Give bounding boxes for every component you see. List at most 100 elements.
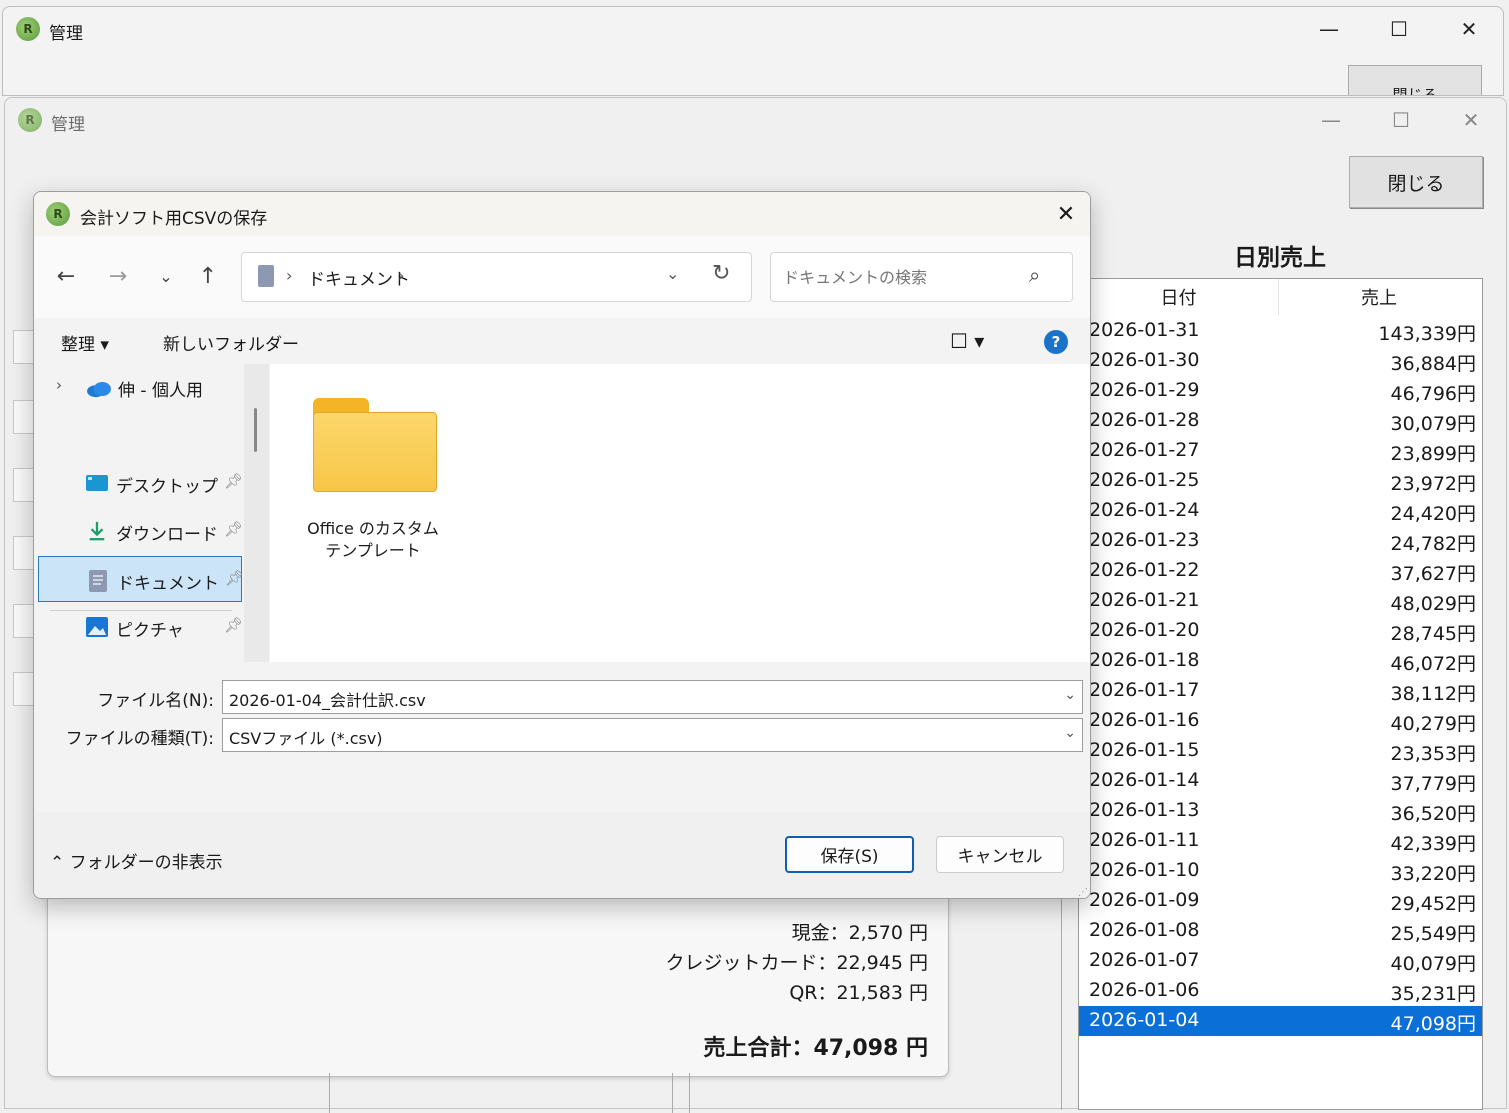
table-row[interactable]: 2026-01-30 36,884円 (1079, 346, 1482, 376)
title-bar: R 管理 — ☐ ✕ (5, 98, 1506, 142)
table-row[interactable]: 2026-01-22 37,627円 (1079, 556, 1482, 586)
table-row[interactable]: 2026-01-25 23,972円 (1079, 466, 1482, 496)
nav-item-label: ピクチャ (116, 621, 184, 641)
expand-chevron-icon[interactable]: › (56, 376, 62, 394)
daily-sales-table[interactable]: 日付 売上 2026-01-31 143,339円 2026-01-30 36,884… (1078, 278, 1483, 1110)
chevron-down-icon[interactable]: ⌄ (1064, 725, 1076, 741)
row-date: 2026-01-11 (1089, 829, 1200, 851)
table-row[interactable]: 2026-01-09 29,452円 (1079, 886, 1482, 916)
new-folder-button[interactable]: 新しいフォルダー (163, 330, 299, 355)
pin-icon[interactable]: 📌︎ (224, 472, 243, 490)
row-sales: 35,231円 (1390, 983, 1476, 1005)
cloud-icon (87, 381, 111, 398)
folder-label: Office のカスタム テンプレート (307, 519, 439, 560)
row-date: 2026-01-21 (1089, 589, 1200, 611)
row-date: 2026-01-20 (1089, 619, 1200, 641)
table-row[interactable]: 2026-01-18 46,072円 (1079, 646, 1482, 676)
row-date: 2026-01-04 (1089, 1009, 1200, 1031)
row-sales: 47,098円 (1390, 1013, 1476, 1035)
pin-icon[interactable]: 📌︎ (224, 616, 243, 634)
app-logo-icon: R (18, 108, 42, 132)
column-header-sales[interactable]: 売上 (1279, 279, 1479, 315)
forward-arrow-icon[interactable]: → (98, 256, 138, 296)
table-row[interactable]: 2026-01-16 40,279円 (1079, 706, 1482, 736)
organize-button[interactable]: 整理 ▾ (61, 330, 109, 355)
minimize-icon[interactable]: — (1301, 100, 1361, 140)
row-date: 2026-01-16 (1089, 709, 1200, 731)
chevron-down-icon[interactable]: ⌄ (666, 264, 679, 283)
row-sales: 37,779円 (1390, 773, 1476, 795)
daily-sales-title: 日別売上 (1234, 245, 1326, 271)
close-button[interactable]: 閉じる (1348, 65, 1482, 95)
hide-folders-toggle[interactable]: ⌃ フォルダーの非表示 (50, 848, 223, 873)
close-icon[interactable]: ✕ (1441, 100, 1501, 140)
help-icon[interactable]: ? (1044, 330, 1068, 354)
row-sales: 23,899円 (1390, 443, 1476, 465)
table-row[interactable]: 2026-01-07 40,079円 (1079, 946, 1482, 976)
close-button[interactable]: 閉じる (1349, 156, 1483, 208)
search-input[interactable] (781, 263, 1021, 291)
dialog-footer: ⌃ フォルダーの非表示 保存(S) キャンセル ⋰ (34, 812, 1090, 898)
table-header: 日付 売上 (1079, 279, 1482, 315)
row-date: 2026-01-08 (1089, 919, 1200, 941)
address-bar[interactable]: › ドキュメント › ⌄ ↻ (241, 252, 752, 302)
minimize-icon[interactable]: — (1299, 9, 1359, 49)
table-row[interactable]: 2026-01-14 37,779円 (1079, 766, 1482, 796)
table-row[interactable]: 2026-01-11 42,339円 (1079, 826, 1482, 856)
nav-item-downloads[interactable]: ダウンロード 📌︎ (38, 508, 243, 554)
breadcrumb-documents[interactable]: ドキュメント (308, 265, 410, 290)
nav-item-pictures[interactable]: ピクチャ 📌︎ (38, 604, 243, 650)
filetype-select[interactable]: CSVファイル (*.csv) ⌄ (222, 718, 1083, 752)
dialog-title: 会計ソフト用CSVの保存 (80, 209, 268, 229)
table-row[interactable]: 2026-01-21 48,029円 (1079, 586, 1482, 616)
table-row[interactable]: 2026-01-27 23,899円 (1079, 436, 1482, 466)
row-sales: 48,029円 (1390, 593, 1476, 615)
search-icon[interactable]: ⌕ (1029, 263, 1040, 287)
row-sales: 36,520円 (1390, 803, 1476, 825)
table-row[interactable]: 2026-01-17 38,112円 (1079, 676, 1482, 706)
table-row[interactable]: 2026-01-06 35,231円 (1079, 976, 1482, 1006)
pin-icon[interactable]: 📌︎ (225, 569, 244, 587)
table-row[interactable]: 2026-01-29 46,796円 (1079, 376, 1482, 406)
table-row[interactable]: 2026-01-31 143,339円 (1079, 316, 1482, 346)
row-date: 2026-01-31 (1089, 319, 1200, 341)
pin-icon[interactable]: 📌︎ (224, 520, 243, 538)
table-row[interactable]: 2026-01-20 28,745円 (1079, 616, 1482, 646)
up-arrow-icon[interactable]: ↑ (188, 256, 228, 296)
breadcrumb-separator: › (398, 266, 405, 285)
cancel-button[interactable]: キャンセル (936, 836, 1064, 873)
close-icon[interactable]: ✕ (1040, 194, 1090, 234)
close-icon[interactable]: ✕ (1439, 9, 1499, 49)
nav-item-desktop[interactable]: デスクトップ 📌︎ (38, 460, 243, 506)
table-row[interactable]: 2026-01-04 47,098円 (1079, 1006, 1482, 1036)
table-row[interactable]: 2026-01-28 30,079円 (1079, 406, 1482, 436)
maximize-icon[interactable]: ☐ (1371, 100, 1431, 140)
table-row[interactable]: 2026-01-13 36,520円 (1079, 796, 1482, 826)
resize-grip-icon[interactable]: ⋰ (1078, 887, 1088, 898)
nav-item-onedrive[interactable]: › 伸 - 個人用 (38, 364, 242, 410)
column-header-date[interactable]: 日付 (1079, 279, 1279, 315)
scrollbar-thumb[interactable] (254, 408, 257, 452)
table-row[interactable]: 2026-01-23 24,782円 (1079, 526, 1482, 556)
table-row[interactable]: 2026-01-24 24,420円 (1079, 496, 1482, 526)
save-button[interactable]: 保存(S) (785, 836, 914, 873)
row-sales: 33,220円 (1390, 863, 1476, 885)
maximize-icon[interactable]: ☐ (1369, 9, 1429, 49)
folder-item[interactable]: Office のカスタム テンプレート (298, 394, 448, 562)
nav-item-documents[interactable]: ドキュメント 📌︎ (38, 556, 244, 602)
view-options-icon[interactable]: ☐ ▾ (950, 329, 984, 353)
recent-locations-chevron-icon[interactable]: ⌄ (146, 256, 186, 296)
row-sales: 24,420円 (1390, 503, 1476, 525)
nav-item-label: ダウンロード (116, 525, 218, 545)
filename-field[interactable]: 2026-01-04_会計仕訳.csv ⌄ (222, 680, 1083, 714)
refresh-icon[interactable]: ↻ (712, 261, 730, 286)
chevron-down-icon[interactable]: ⌄ (1064, 687, 1076, 703)
back-arrow-icon[interactable]: ← (46, 256, 86, 296)
file-list-pane: Office のカスタム テンプレート (270, 364, 1090, 662)
table-row[interactable]: 2026-01-15 23,353円 (1079, 736, 1482, 766)
filetype-value: CSVファイル (*.csv) (229, 729, 383, 748)
table-row[interactable]: 2026-01-10 33,220円 (1079, 856, 1482, 886)
navigation-scrollbar[interactable] (244, 364, 269, 662)
table-row[interactable]: 2026-01-08 25,549円 (1079, 916, 1482, 946)
back-window-1: R 管理 — ☐ ✕ 閉じる (2, 6, 1504, 96)
